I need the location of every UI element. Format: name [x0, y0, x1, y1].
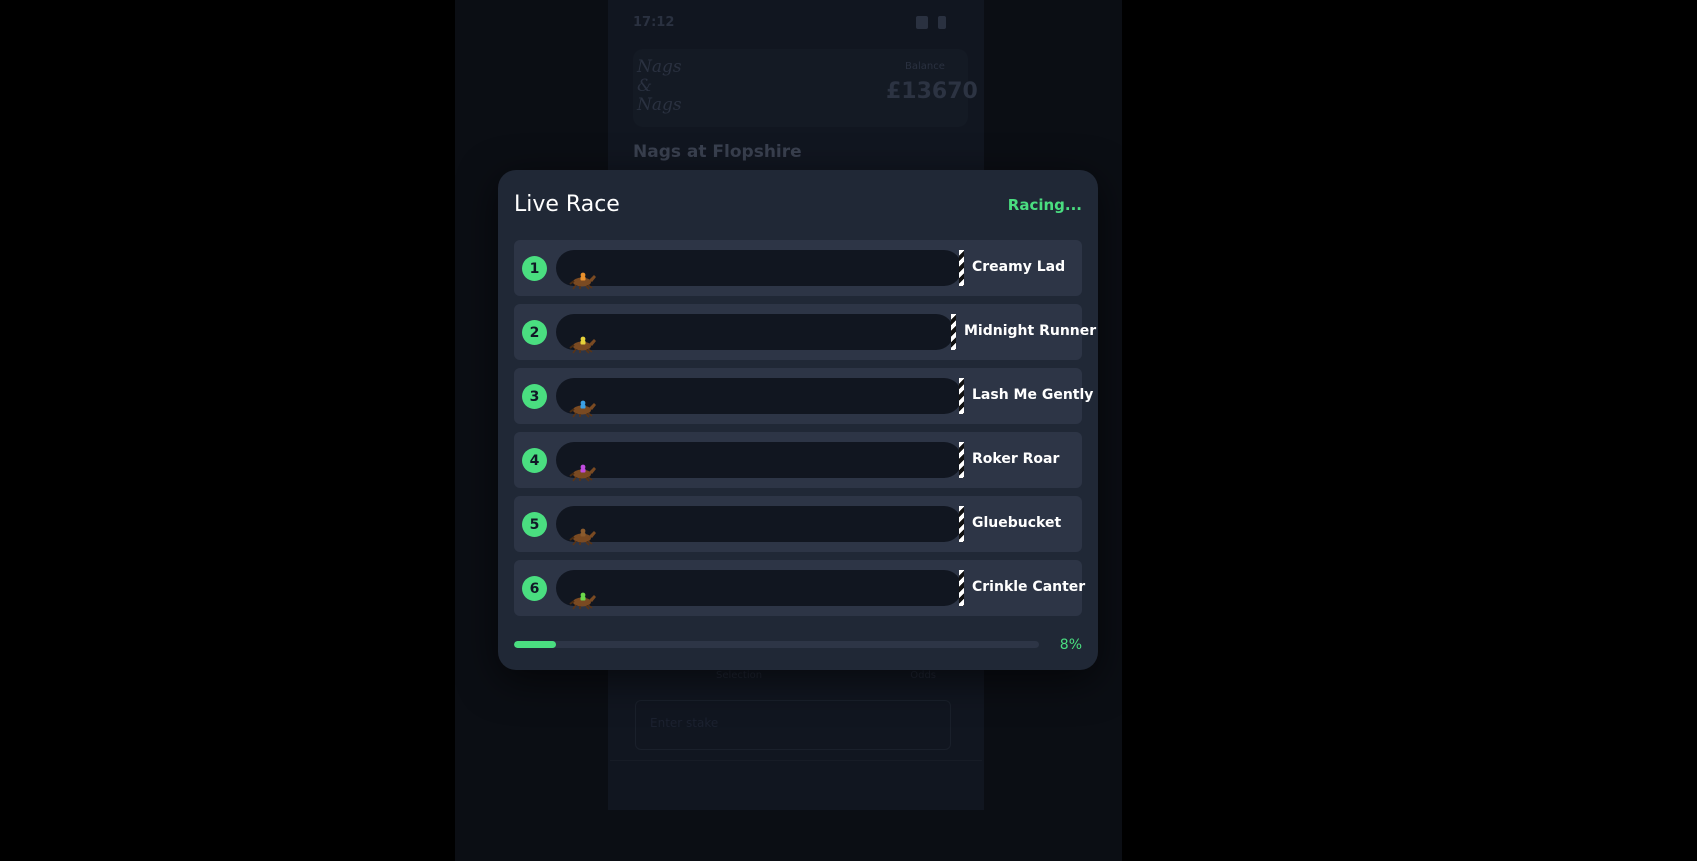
lane-number-badge: 1	[522, 256, 547, 281]
modal-title: Live Race	[514, 192, 620, 217]
background-row: Selection Odds	[716, 670, 936, 681]
race-lane: 5 Gluebucket	[514, 496, 1082, 552]
lane-number-badge: 6	[522, 576, 547, 601]
app-logo: Nags & Nags	[637, 57, 682, 115]
horse-name: Lash Me Gently	[972, 387, 1094, 403]
lane-number-badge: 4	[522, 448, 547, 473]
horse-icon	[569, 592, 596, 610]
race-status: Racing...	[1007, 196, 1082, 214]
battery-icon	[938, 16, 946, 29]
race-title: Nags at Flopshire	[633, 142, 802, 162]
lane-track	[556, 314, 954, 354]
background-row-left: Selection	[716, 670, 763, 681]
status-icons	[916, 16, 946, 29]
race-progress-bar	[514, 641, 1039, 648]
signal-icon	[916, 16, 928, 29]
background-bottom-bar	[610, 760, 982, 811]
finish-line	[959, 442, 964, 478]
background-row-right: Odds	[910, 670, 936, 681]
lane-track	[556, 570, 962, 610]
balance-label: Balance	[905, 61, 945, 72]
race-progress-fill	[514, 641, 556, 648]
stake-input-placeholder: Enter stake	[650, 716, 719, 730]
status-time: 17:12	[633, 15, 675, 30]
balance-value: £13670	[886, 79, 978, 104]
finish-line	[951, 314, 956, 350]
horse-name: Roker Roar	[972, 451, 1060, 467]
lane-number-badge: 2	[522, 320, 547, 345]
horse-name: Gluebucket	[972, 515, 1062, 531]
race-lane: 4 Roker Roar	[514, 432, 1082, 488]
finish-line	[959, 378, 964, 414]
horse-name: Midnight Runner	[964, 323, 1097, 339]
race-progress-label: 8%	[1059, 637, 1082, 653]
horse-icon	[569, 272, 596, 290]
lane-track	[556, 442, 962, 482]
finish-line	[959, 570, 964, 606]
lane-track	[556, 250, 962, 290]
lane-number-badge: 5	[522, 512, 547, 537]
race-lane: 6 Crinkle Canter	[514, 560, 1086, 616]
horse-name: Crinkle Canter	[972, 579, 1086, 595]
finish-line	[959, 250, 964, 286]
lane-track	[556, 506, 962, 546]
horse-icon	[569, 336, 596, 354]
lane-track	[556, 378, 962, 418]
horse-icon	[569, 400, 596, 418]
finish-line	[959, 506, 964, 542]
horse-icon	[569, 464, 596, 482]
lane-number-badge: 3	[522, 384, 547, 409]
live-race-modal: Live Race Racing... 1 Creamy Lad 2 Midnight…	[498, 170, 1098, 670]
race-lane: 2 Midnight Runner	[514, 304, 1096, 360]
race-lane: 1 Creamy Lad	[514, 240, 1082, 296]
horse-name: Creamy Lad	[972, 259, 1066, 275]
horse-icon	[569, 528, 596, 546]
race-lane: 3 Lash Me Gently	[514, 368, 1093, 424]
